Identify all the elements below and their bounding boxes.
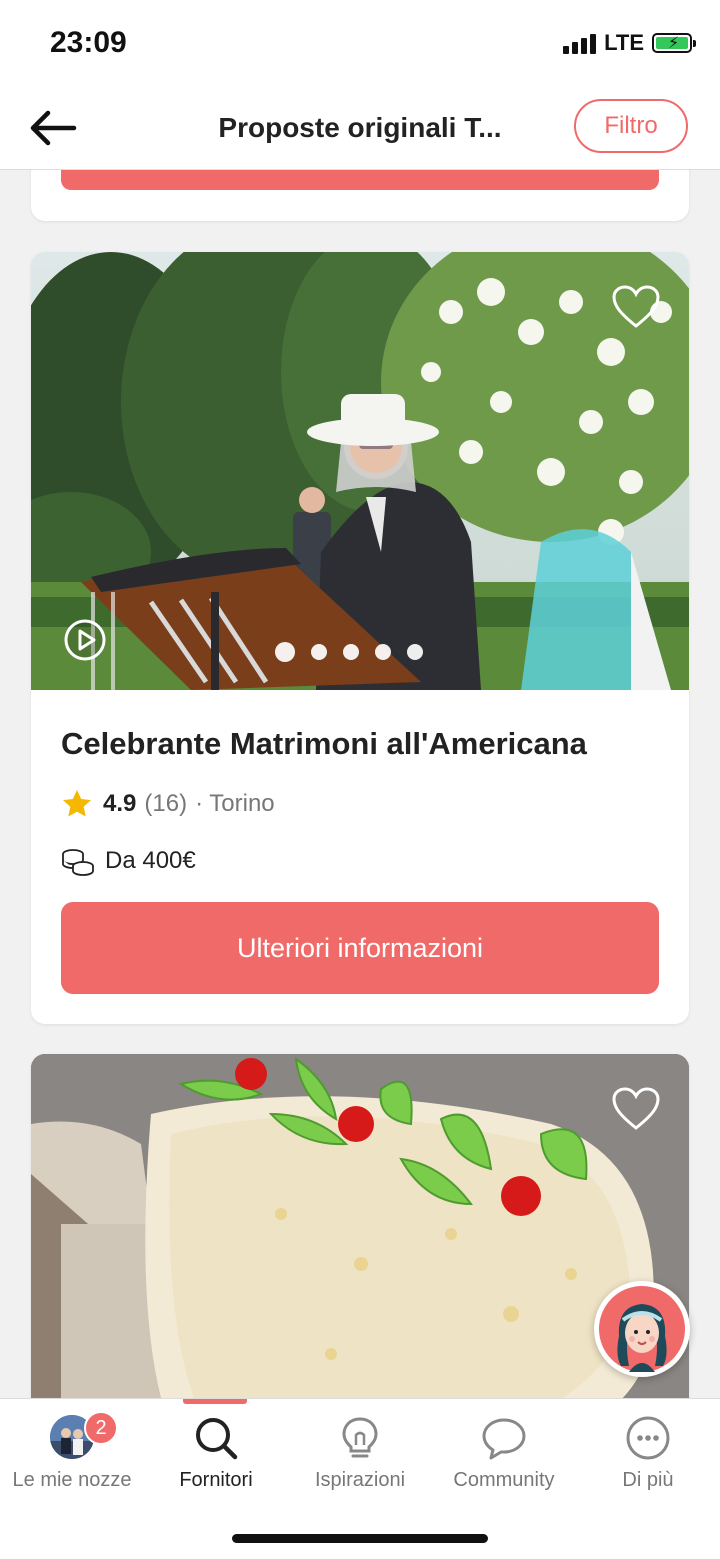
more-info-button[interactable]: Ulteriori informazioni [61, 902, 659, 994]
signal-icon [563, 32, 597, 54]
page-title: Proposte originali T... [218, 112, 502, 143]
review-count: (16) [144, 790, 188, 817]
vendor-name[interactable]: Celebrante Matrimoni all'Americana [61, 726, 659, 762]
next-vendor-photo [31, 1054, 689, 1454]
battery-icon: ⚡ [652, 33, 696, 53]
tab-ispirazioni[interactable]: Ispirazioni [288, 1399, 432, 1509]
back-arrow-icon[interactable] [28, 106, 80, 150]
assistant-avatar-icon [599, 1286, 685, 1372]
search-icon [196, 1418, 238, 1460]
price: Da 400€ [105, 847, 196, 874]
tab-di-piu[interactable]: Di più [576, 1399, 720, 1509]
previous-card-cta-button[interactable] [61, 168, 659, 190]
vendor-photo[interactable] [31, 252, 689, 690]
next-vendor-card[interactable] [31, 1054, 689, 1454]
carousel-dot[interactable] [311, 644, 327, 660]
carousel-dot[interactable] [407, 644, 423, 660]
star-icon [63, 790, 91, 817]
network-label: LTE [604, 30, 644, 55]
tab-label: Ispirazioni [314, 1469, 406, 1491]
home-indicator [232, 1534, 488, 1543]
vendor-info: Celebrante Matrimoni all'Americana 4.9 (… [31, 726, 689, 994]
coins-icon [62, 849, 94, 876]
top-nav-bar: Proposte originali T... Filtro [0, 88, 720, 170]
vendor-card[interactable]: Celebrante Matrimoni all'Americana 4.9 (… [31, 252, 689, 1024]
tab-label: Di più [622, 1469, 674, 1491]
lightbulb-icon [342, 1417, 378, 1458]
location: · Torino [195, 790, 275, 817]
more-icon [626, 1416, 670, 1460]
tab-label: Fornitori [179, 1469, 253, 1491]
video-play-icon[interactable] [63, 618, 107, 662]
filter-button[interactable]: Filtro [574, 99, 688, 153]
bottom-tab-bar: 2 Le mie nozze Fornitori Ispirazioni Com… [0, 1398, 720, 1559]
favorite-heart-icon[interactable] [611, 284, 661, 330]
carousel-dot[interactable] [343, 644, 359, 660]
carousel-dot[interactable] [275, 642, 295, 662]
status-time: 23:09 [50, 26, 127, 59]
vendor-photo-image [31, 252, 689, 690]
favorite-heart-icon[interactable] [611, 1086, 661, 1132]
assistant-chat-button[interactable] [594, 1281, 690, 1377]
tab-label: Le mie nozze [12, 1469, 132, 1491]
chat-bubble-icon [482, 1418, 526, 1460]
tab-fornitori[interactable]: Fornitori [144, 1399, 288, 1509]
rating-value: 4.9 [103, 790, 137, 817]
rating-row: 4.9 (16) · Torino [61, 788, 659, 820]
price-row: Da 400€ [61, 846, 659, 876]
tab-label: Community [453, 1469, 555, 1491]
status-bar: 23:09 LTE ⚡ [0, 0, 720, 88]
carousel-dot[interactable] [375, 644, 391, 660]
tab-community[interactable]: Community [432, 1399, 576, 1509]
tab-le-mie-nozze[interactable]: 2 Le mie nozze [0, 1399, 144, 1509]
status-indicators: LTE ⚡ [563, 30, 696, 56]
photo-carousel-dots [275, 642, 423, 662]
notification-badge: 2 [84, 1411, 118, 1445]
